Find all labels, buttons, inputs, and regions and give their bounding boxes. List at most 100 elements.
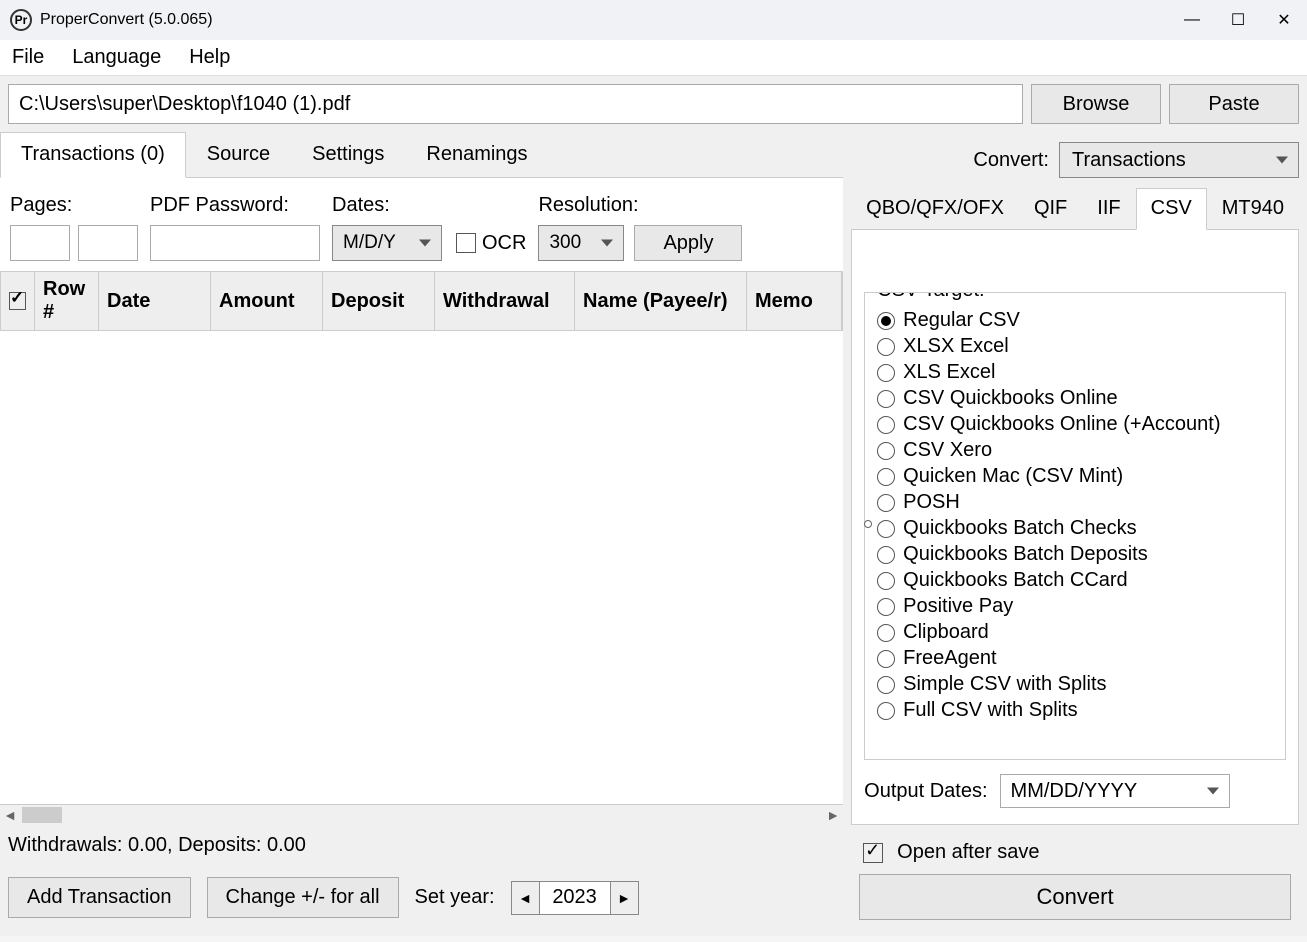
csv-target-option[interactable]: XLSX Excel (877, 335, 1273, 358)
csv-target-option-label: Full CSV with Splits (903, 699, 1078, 722)
csv-target-option-label: Positive Pay (903, 595, 1013, 618)
path-row: Browse Paste (0, 76, 1307, 132)
csv-target-option[interactable]: Positive Pay (877, 595, 1273, 618)
radio-icon (877, 702, 895, 720)
output-dates-label: Output Dates: (864, 780, 987, 803)
csv-target-option[interactable]: Regular CSV (877, 309, 1273, 332)
convert-button[interactable]: Convert (859, 874, 1291, 920)
csv-target-option[interactable]: FreeAgent (877, 647, 1273, 670)
csv-target-option[interactable]: Quickbooks Batch Checks (877, 517, 1273, 540)
year-stepper[interactable]: ◄ 2023 ► (511, 881, 639, 915)
output-tabs: QBO/QFX/OFX QIF IIF CSV MT940 (851, 188, 1299, 230)
grid-header: Row # Date Amount Deposit Withdrawal Nam… (0, 271, 843, 331)
csv-target-option-label: Quicken Mac (CSV Mint) (903, 465, 1123, 488)
splitter-handle-icon[interactable] (864, 520, 872, 528)
tab-renamings[interactable]: Renamings (405, 132, 548, 177)
csv-target-option[interactable]: Full CSV with Splits (877, 699, 1273, 722)
scroll-thumb[interactable] (22, 807, 62, 823)
csv-target-option-label: CSV Quickbooks Online (903, 387, 1118, 410)
csv-target-option[interactable]: Clipboard (877, 621, 1273, 644)
grid-col-deposit[interactable]: Deposit (323, 272, 435, 330)
year-increment-icon[interactable]: ► (610, 882, 638, 914)
csv-target-option[interactable]: Quickbooks Batch CCard (877, 569, 1273, 592)
file-path-input[interactable] (8, 84, 1023, 124)
outtab-qif[interactable]: QIF (1019, 188, 1082, 229)
radio-icon (877, 546, 895, 564)
pdf-password-input[interactable] (150, 225, 320, 261)
filters-row: Pages: PDF Password: Dates: M/D/Y OCR (0, 178, 843, 271)
menu-language[interactable]: Language (72, 46, 161, 69)
convert-select[interactable]: Transactions (1059, 142, 1299, 178)
csv-target-option[interactable]: XLS Excel (877, 361, 1273, 384)
window-title: ProperConvert (5.0.065) (40, 11, 213, 29)
resolution-select[interactable]: 300 (538, 225, 624, 261)
grid-col-withdrawal[interactable]: Withdrawal (435, 272, 575, 330)
grid-col-row[interactable]: Row # (35, 272, 99, 330)
tab-source[interactable]: Source (186, 132, 291, 177)
csv-panel: CSV Target: Regular CSV XLSX Excel XLS Exc… (851, 230, 1299, 825)
year-value: 2023 (540, 882, 610, 914)
outtab-mt940[interactable]: MT940 (1207, 188, 1299, 229)
titlebar: Pr ProperConvert (5.0.065) — ☐ ✕ (0, 0, 1307, 40)
grid-checkall[interactable] (1, 272, 35, 330)
year-decrement-icon[interactable]: ◄ (512, 882, 540, 914)
radio-icon (877, 442, 895, 460)
scroll-right-icon[interactable]: ► (823, 807, 843, 823)
open-after-save-label: Open after save (897, 841, 1039, 864)
csv-target-option[interactable]: Quickbooks Batch Deposits (877, 543, 1273, 566)
csv-target-option[interactable]: CSV Quickbooks Online (877, 387, 1273, 410)
grid-col-memo[interactable]: Memo (747, 272, 842, 330)
radio-icon (877, 364, 895, 382)
add-transaction-button[interactable]: Add Transaction (8, 877, 191, 918)
tab-transactions[interactable]: Transactions (0) (0, 132, 186, 178)
pages-to-input[interactable] (78, 225, 138, 261)
grid-col-amount[interactable]: Amount (211, 272, 323, 330)
tab-settings[interactable]: Settings (291, 132, 405, 177)
change-sign-button[interactable]: Change +/- for all (207, 877, 399, 918)
radio-icon (877, 390, 895, 408)
outtab-iif[interactable]: IIF (1082, 188, 1135, 229)
pages-from-input[interactable] (10, 225, 70, 261)
csv-target-option-label: POSH (903, 491, 960, 514)
pages-label: Pages: (10, 194, 138, 217)
maximize-button[interactable]: ☐ (1215, 0, 1261, 40)
csv-target-option-label: Clipboard (903, 621, 989, 644)
left-tabs: Transactions (0) Source Settings Renamin… (0, 132, 843, 178)
scroll-left-icon[interactable]: ◄ (0, 807, 20, 823)
csv-target-legend: CSV Target: (873, 292, 988, 302)
grid-col-name[interactable]: Name (Payee/r) (575, 272, 747, 330)
outtab-csv[interactable]: CSV (1136, 188, 1207, 230)
close-button[interactable]: ✕ (1261, 0, 1307, 40)
csv-target-option[interactable]: POSH (877, 491, 1273, 514)
csv-target-option-label: Quickbooks Batch CCard (903, 569, 1128, 592)
browse-button[interactable]: Browse (1031, 84, 1161, 124)
ocr-checkbox[interactable]: OCR (456, 225, 526, 261)
grid-col-date[interactable]: Date (99, 272, 211, 330)
radio-icon (877, 598, 895, 616)
csv-target-option[interactable]: CSV Xero (877, 439, 1273, 462)
csv-target-option[interactable]: CSV Quickbooks Online (+Account) (877, 413, 1273, 436)
menu-file[interactable]: File (12, 46, 44, 69)
radio-icon (877, 650, 895, 668)
bottom-controls: Add Transaction Change +/- for all Set y… (0, 867, 843, 936)
csv-target-option[interactable]: Simple CSV with Splits (877, 673, 1273, 696)
dates-label: Dates: (332, 194, 526, 217)
convert-label: Convert: (973, 149, 1049, 172)
csv-target-option-label: XLSX Excel (903, 335, 1009, 358)
horizontal-scrollbar[interactable]: ◄ ► (0, 804, 843, 824)
minimize-button[interactable]: — (1169, 0, 1215, 40)
csv-target-option-label: Regular CSV (903, 309, 1020, 332)
csv-target-fieldset: CSV Target: Regular CSV XLSX Excel XLS Exc… (864, 292, 1286, 760)
set-year-label: Set year: (415, 886, 495, 909)
apply-button[interactable]: Apply (634, 225, 742, 261)
open-after-save-checkbox[interactable]: Open after save (851, 825, 1299, 874)
csv-target-option-label: FreeAgent (903, 647, 996, 670)
radio-icon (877, 468, 895, 486)
totals-status: Withdrawals: 0.00, Deposits: 0.00 (0, 824, 843, 867)
dates-format-select[interactable]: M/D/Y (332, 225, 442, 261)
outtab-qbo[interactable]: QBO/QFX/OFX (851, 188, 1019, 229)
output-dates-select[interactable]: MM/DD/YYYY (1000, 774, 1230, 808)
paste-button[interactable]: Paste (1169, 84, 1299, 124)
menu-help[interactable]: Help (189, 46, 230, 69)
csv-target-option[interactable]: Quicken Mac (CSV Mint) (877, 465, 1273, 488)
